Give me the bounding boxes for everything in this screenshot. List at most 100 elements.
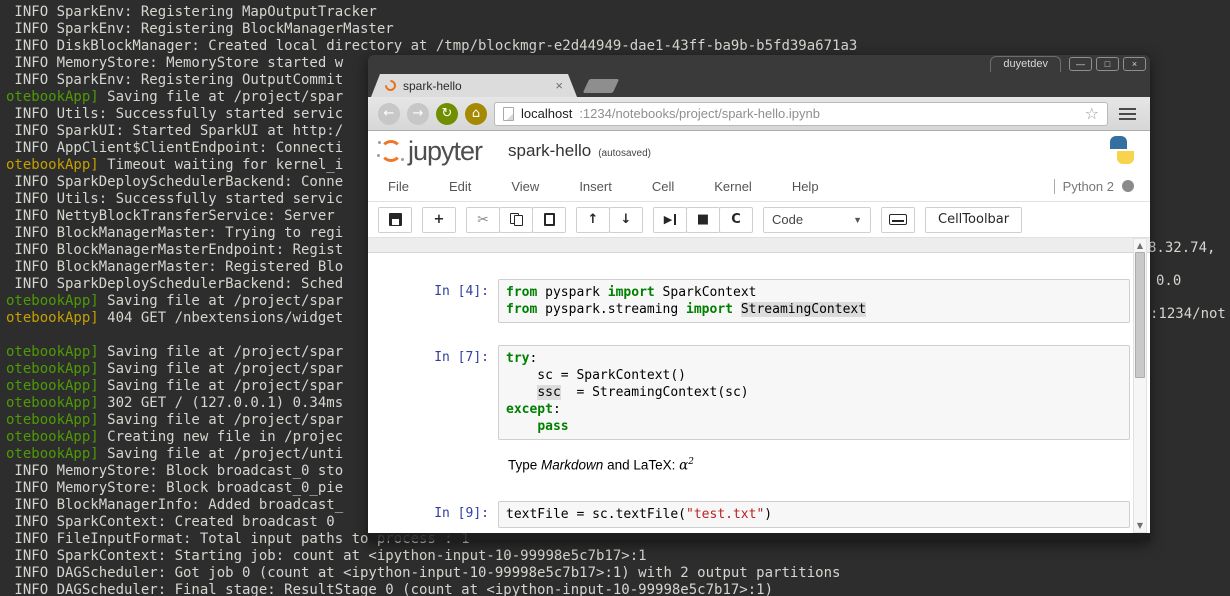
cell-prompt <box>368 455 498 460</box>
move-cell-down-button[interactable]: ↓ <box>609 206 643 233</box>
terminal-line: INFO DAGScheduler: Final stage: ResultSt… <box>6 582 774 596</box>
terminal-line-fragment: 0.0 <box>1156 273 1182 289</box>
jupyter-busy-favicon <box>383 78 399 94</box>
save-icon <box>388 213 402 226</box>
copy-cell-button[interactable] <box>499 206 533 233</box>
forward-icon[interactable]: → <box>407 102 429 125</box>
menu-item-help[interactable]: Help <box>792 179 819 194</box>
arrow-up-icon: ↑ <box>587 212 599 227</box>
code-cell[interactable]: In [7]: try: sc = SparkContext() ssc = St… <box>368 345 1130 440</box>
stop-icon: ■ <box>696 212 710 227</box>
window-bottom-border <box>368 533 1150 541</box>
menu-item-cell[interactable]: Cell <box>652 179 674 194</box>
chevron-down-icon: ▼ <box>853 214 862 225</box>
close-button[interactable]: × <box>1123 57 1146 71</box>
cell-prompt: In [9]: <box>434 505 489 521</box>
code-line: ssc = StreamingContext(sc) <box>537 385 749 400</box>
jupyter-logo[interactable]: jupyter <box>377 135 483 166</box>
browser-navbar: ← → ↻ ⌂ localhost :1234/notebooks/projec… <box>368 97 1150 131</box>
menu-item-kernel[interactable]: Kernel <box>714 179 752 194</box>
browser-tab-spark-hello[interactable]: spark-hello × <box>371 74 577 97</box>
paste-icon <box>543 213 555 226</box>
jupyter-wordmark: jupyter <box>408 135 483 166</box>
terminal-line: INFO DAGScheduler: Got job 0 (count at <… <box>6 565 841 581</box>
page-icon <box>503 106 514 121</box>
plus-icon: + <box>433 212 445 227</box>
tab-title: spark-hello <box>403 78 462 93</box>
cell-type-value: Code <box>772 212 804 227</box>
url-host: localhost <box>521 106 573 121</box>
copy-icon <box>509 213 523 226</box>
notebook-top-band <box>368 238 1150 253</box>
browser-profile-badge[interactable]: duyetdev <box>990 56 1061 72</box>
python-logo-icon <box>1108 136 1136 164</box>
url-path: :1234/notebooks/project/spark-hello.ipyn… <box>579 106 820 121</box>
maximize-button[interactable]: □ <box>1096 57 1119 71</box>
code-line: try: <box>506 351 538 366</box>
insert-cell-button[interactable]: + <box>422 206 456 233</box>
save-button[interactable] <box>378 206 412 233</box>
menu-item-insert[interactable]: Insert <box>579 179 612 194</box>
arrow-down-icon: ↓ <box>620 212 632 227</box>
cell-input-area[interactable]: textFile = sc.textFile("test.txt") <box>498 500 1130 528</box>
kernel-status-icon <box>1122 180 1134 192</box>
reload-icon[interactable]: ↻ <box>436 102 458 125</box>
terminal-line-fragment: 8.32.74, <box>1148 240 1216 256</box>
notebook-toolbar: + ✂ ↑ ↓ ▶ ■ C Code ▼ CellToolbar <box>368 202 1150 238</box>
cell-input-area[interactable]: from pyspark import SparkContext from pys… <box>498 279 1130 323</box>
cut-cell-button[interactable]: ✂ <box>466 206 500 233</box>
browser-menu-icon[interactable] <box>1115 107 1140 120</box>
tab-close-icon[interactable]: × <box>555 79 563 92</box>
home-icon[interactable]: ⌂ <box>465 102 487 125</box>
bookmark-star-icon[interactable]: ☆ <box>1085 104 1099 123</box>
new-tab-button[interactable] <box>582 79 620 93</box>
kernel-name: Python 2 <box>1062 178 1114 194</box>
browser-tabstrip: spark-hello × <box>368 73 1150 97</box>
code-cell[interactable]: In [4]: from pyspark import SparkContext f… <box>368 279 1130 323</box>
scissors-icon: ✂ <box>477 211 489 228</box>
code-line: from pyspark.streaming import StreamingC… <box>506 302 867 317</box>
markdown-placeholder[interactable]: Type Markdown and LaTeX: α2 <box>498 455 1130 476</box>
code-cell[interactable]: In [9]: textFile = sc.textFile("test.txt"… <box>368 500 1130 528</box>
celltoolbar-button[interactable]: CellToolbar <box>925 206 1023 233</box>
cell-input-area[interactable]: try: sc = SparkContext() ssc = Streaming… <box>498 345 1130 440</box>
run-icon: ▶ <box>663 213 673 226</box>
run-cell-button[interactable]: ▶ <box>653 206 687 233</box>
minimize-button[interactable]: — <box>1069 57 1092 71</box>
back-icon[interactable]: ← <box>378 102 400 125</box>
scrollbar-thumb[interactable] <box>1135 252 1145 378</box>
terminal-line: INFO SparkEnv: Registering MapOutputTrac… <box>6 4 377 20</box>
notebook-menubar: File Edit View Insert Cell Kernel Help Python … <box>368 171 1150 202</box>
kernel-indicator: Python 2 <box>1053 178 1134 194</box>
scroll-up-icon[interactable]: ▲ <box>1134 241 1146 250</box>
command-palette-button[interactable] <box>881 206 915 233</box>
interrupt-kernel-button[interactable]: ■ <box>686 206 720 233</box>
cell-type-dropdown[interactable]: Code ▼ <box>763 206 871 233</box>
cell-prompt: In [4]: <box>434 284 489 299</box>
markdown-cell[interactable]: Type Markdown and LaTeX: α2 <box>368 455 1130 476</box>
address-bar[interactable]: localhost :1234/notebooks/project/spark-… <box>494 101 1108 126</box>
terminal-line: INFO SparkEnv: Registering BlockManagerM… <box>6 21 394 37</box>
move-cell-up-button[interactable]: ↑ <box>576 206 610 233</box>
scroll-down-icon[interactable]: ▼ <box>1134 521 1146 530</box>
restart-kernel-button[interactable]: C <box>719 206 753 233</box>
code-line: except: <box>506 402 561 417</box>
paste-cell-button[interactable] <box>532 206 566 233</box>
code-line: textFile = sc.textFile("test.txt") <box>506 506 773 522</box>
menu-item-view[interactable]: View <box>511 179 539 194</box>
code-line: pass <box>537 419 569 434</box>
jupyter-logo-icon <box>377 139 404 162</box>
window-titlebar[interactable]: duyetdev — □ × <box>368 55 1150 73</box>
cell-prompt: In [7]: <box>434 350 489 365</box>
browser-window: duyetdev — □ × spark-hello × ← → ↻ ⌂ loc… <box>368 55 1150 541</box>
notebook-scroll-area: In [4]: from pyspark import SparkContext f… <box>368 238 1150 533</box>
notebook-title[interactable]: spark-hello <box>508 141 591 161</box>
menu-item-edit[interactable]: Edit <box>449 179 471 194</box>
menu-item-file[interactable]: File <box>388 179 409 194</box>
restart-icon: C <box>731 212 741 227</box>
autosave-status: (autosaved) <box>598 147 652 159</box>
keyboard-icon <box>889 214 907 225</box>
kernel-separator <box>1053 178 1055 194</box>
terminal-line: INFO DiskBlockManager: Created local dir… <box>6 38 858 54</box>
notebook-scrollbar[interactable]: ▲ ▼ <box>1133 238 1147 533</box>
